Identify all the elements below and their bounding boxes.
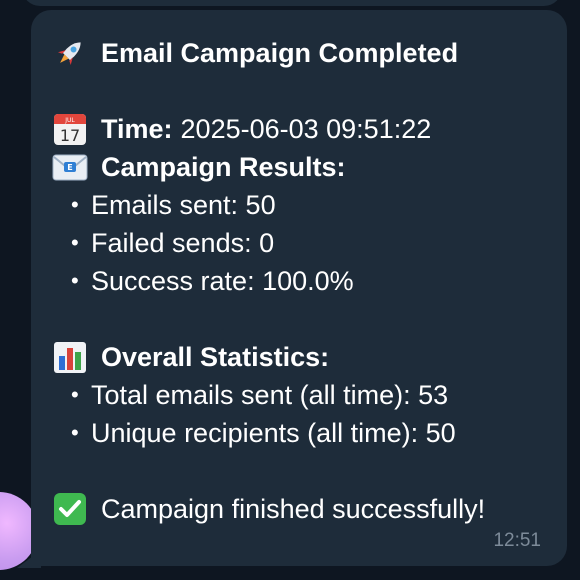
email-icon: E xyxy=(51,150,89,184)
calendar-day: 17 xyxy=(60,126,80,145)
footer-text: Campaign finished successfully! xyxy=(101,494,486,524)
time-label: Time: xyxy=(101,114,173,144)
calendar-month: JUL xyxy=(64,117,75,124)
result-failed-sends: Failed sends: 0 xyxy=(91,228,275,258)
result-success-rate: Success rate: 100.0% xyxy=(91,266,354,296)
list-item: • Success rate: 100.0% xyxy=(51,262,547,300)
list-item: • Total emails sent (all time): 53 xyxy=(51,376,547,414)
results-heading: Campaign Results: xyxy=(101,152,346,182)
list-item: • Emails sent: 50 xyxy=(51,186,547,224)
results-heading-line: E Campaign Results: xyxy=(51,148,547,186)
time-value: 2025-06-03 09:51:22 xyxy=(180,114,432,144)
chat-view: Email Campaign Completed JUL 17 Time: 20… xyxy=(0,0,580,580)
list-item: • Failed sends: 0 xyxy=(51,224,547,262)
svg-text:E: E xyxy=(67,163,72,172)
footer-line: Campaign finished successfully! xyxy=(51,490,547,528)
list-item: • Unique recipients (all time): 50 xyxy=(51,414,547,452)
message-bubble[interactable]: Email Campaign Completed JUL 17 Time: 20… xyxy=(31,10,567,566)
stats-heading-line: Overall Statistics: xyxy=(51,338,547,376)
message-timestamp: 12:51 xyxy=(493,530,541,551)
stat-unique-recipients: Unique recipients (all time): 50 xyxy=(91,418,456,448)
message-title: Email Campaign Completed xyxy=(101,38,459,68)
bar-chart-icon xyxy=(51,340,89,374)
stat-total-sent: Total emails sent (all time): 53 xyxy=(91,380,449,410)
check-mark-icon xyxy=(51,492,89,526)
time-line: JUL 17 Time: 2025-06-03 09:51:22 xyxy=(51,110,547,148)
result-emails-sent: Emails sent: 50 xyxy=(91,190,276,220)
message-title-line: Email Campaign Completed xyxy=(51,34,547,72)
previous-message-bubble[interactable] xyxy=(22,0,562,6)
rocket-icon xyxy=(51,36,89,70)
calendar-icon: JUL 17 xyxy=(51,112,89,146)
stats-heading: Overall Statistics: xyxy=(101,342,330,372)
